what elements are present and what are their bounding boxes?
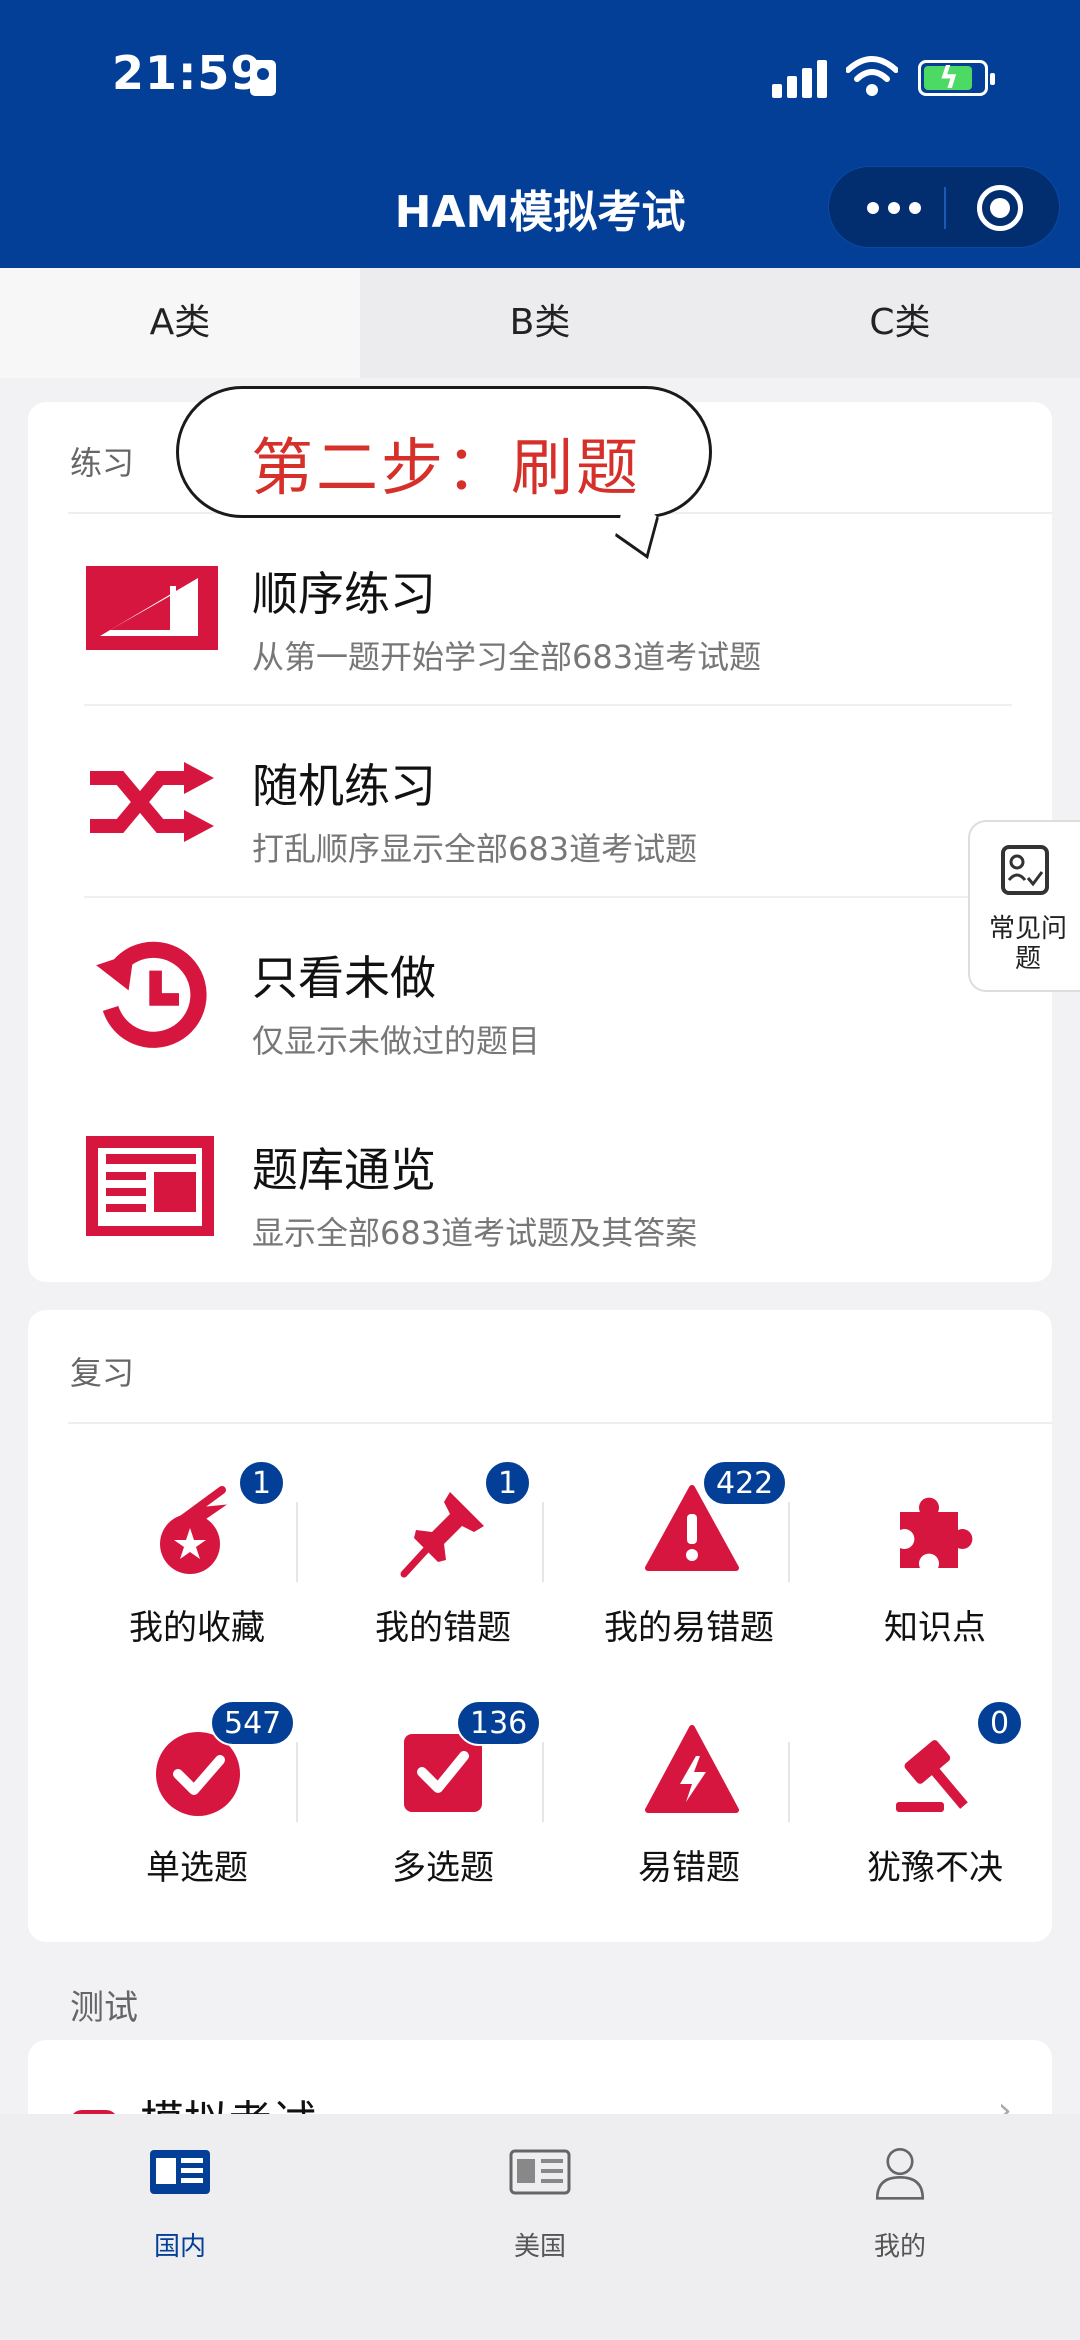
callout-text: 第二步：刷题 <box>251 431 642 504</box>
review-item-multiple-choice[interactable]: 136 多选题 <box>320 1700 566 1900</box>
review-item-knowledge-points[interactable]: 知识点 <box>812 1460 1058 1660</box>
review-item-my-error-prone[interactable]: 422 我的易错题 <box>566 1460 812 1660</box>
gavel-icon <box>896 1740 968 1812</box>
bottom-nav: 国内 美国 我的 <box>0 2114 1080 2340</box>
single-choice-count-badge: 547 <box>210 1700 296 1746</box>
practice-section-title: 练习 <box>70 444 135 482</box>
review-item-my-mistakes[interactable]: 1 我的错题 <box>320 1460 566 1660</box>
tab-c[interactable]: C类 <box>720 268 1080 378</box>
pushpin-icon <box>400 1492 484 1578</box>
review-section-title: 复习 <box>70 1354 135 1392</box>
error-prone-count-badge: 422 <box>702 1460 788 1506</box>
faq-icon <box>1001 845 1049 895</box>
mini-program-capsule <box>828 166 1060 248</box>
list-item-random-practice[interactable]: 随机练习 打乱顺序显示全部683道考试题 <box>28 706 1052 898</box>
list-item-unanswered-only[interactable]: 只看未做 仅显示未做过的题目 <box>28 898 1052 1090</box>
shuffle-icon <box>90 762 214 842</box>
tab-b[interactable]: B类 <box>360 268 720 378</box>
more-icon[interactable] <box>859 167 929 249</box>
review-item-error-prone[interactable]: 易错题 <box>566 1700 812 1900</box>
tab-a[interactable]: A类 <box>0 268 360 378</box>
domestic-news-icon <box>150 2150 210 2194</box>
sim-card-icon <box>250 60 276 96</box>
history-clock-icon <box>96 941 207 1048</box>
test-section-title: 测试 <box>70 1988 138 2028</box>
cellular-signal-icon <box>772 58 830 98</box>
review-item-hesitant[interactable]: 0 犹豫不决 <box>812 1700 1058 1900</box>
category-tabs: A类 B类 C类 <box>0 268 1080 378</box>
review-item-single-choice[interactable]: 547 单选题 <box>74 1700 320 1900</box>
close-mini-program-icon[interactable] <box>977 185 1023 231</box>
review-card: 复习 1 我的收藏 1 我的错题 422 我的易错题 知识点 547 单选题 1… <box>28 1310 1052 1942</box>
list-item-question-bank-overview[interactable]: 题库通览 显示全部683道考试题及其答案 <box>28 1090 1052 1282</box>
nav-me[interactable]: 我的 <box>800 2144 1000 2274</box>
newspaper-icon <box>86 1136 214 1236</box>
favorite-comet-icon <box>160 1486 228 1574</box>
callout-bubble: 第二步：刷题 <box>176 386 712 560</box>
lightning-triangle-icon <box>645 1725 739 1813</box>
multiple-choice-count-badge: 136 <box>456 1700 542 1746</box>
mistakes-count-badge: 1 <box>484 1460 532 1506</box>
list-item-sequential-practice[interactable]: 顺序练习 从第一题开始学习全部683道考试题 <box>28 514 1052 706</box>
status-time: 21:59 <box>112 46 264 100</box>
us-news-icon <box>509 2149 571 2195</box>
wifi-icon <box>846 56 898 96</box>
nav-usa[interactable]: 美国 <box>440 2144 640 2274</box>
sequence-icon <box>86 566 218 650</box>
app-header: 21:59 ϟ HAM模拟考试 <box>0 0 1080 268</box>
puzzle-icon <box>900 1497 973 1568</box>
favorites-count-badge: 1 <box>238 1460 286 1506</box>
battery-icon: ϟ <box>918 60 995 96</box>
profile-icon <box>875 2147 925 2200</box>
nav-domestic[interactable]: 国内 <box>80 2144 280 2274</box>
hesitant-count-badge: 0 <box>976 1700 1024 1746</box>
practice-card: 练习 顺序练习 从第一题开始学习全部683道考试题 随机练习 打乱顺序显示全部6… <box>28 402 1052 1282</box>
review-item-favorites[interactable]: 1 我的收藏 <box>74 1460 320 1660</box>
faq-button[interactable]: 常见问题 <box>968 820 1080 992</box>
faq-label: 常见问题 <box>988 914 1067 974</box>
